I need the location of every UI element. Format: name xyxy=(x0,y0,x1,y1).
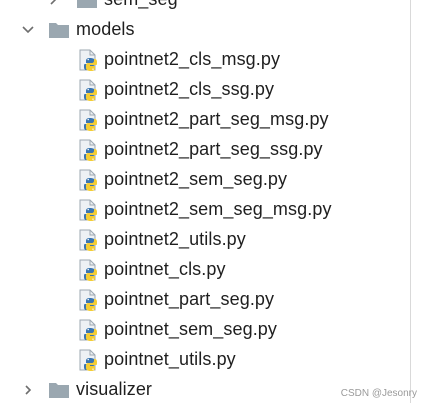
python-file-icon xyxy=(78,79,98,101)
tree-item-file[interactable]: pointnet2_utils.py xyxy=(0,225,410,255)
folder-icon xyxy=(76,0,98,9)
tree-item-sem-seg[interactable]: sem_seg xyxy=(0,0,410,15)
tree-item-label: pointnet2_cls_ssg.py xyxy=(104,79,275,99)
tree-item-label: pointnet2_sem_seg.py xyxy=(104,169,288,189)
tree-item-file[interactable]: pointnet_cls.py xyxy=(0,255,410,285)
python-file-icon xyxy=(78,169,98,191)
tree-item-file[interactable]: pointnet2_sem_seg.py xyxy=(0,165,410,195)
chevron-right-icon[interactable] xyxy=(18,380,38,400)
python-file-icon xyxy=(78,229,98,251)
tree-item-label: pointnet2_utils.py xyxy=(104,229,246,249)
python-file-icon xyxy=(78,349,98,371)
python-file-icon xyxy=(78,199,98,221)
tree-item-models[interactable]: models xyxy=(0,15,410,45)
python-file-icon xyxy=(78,49,98,71)
tree-item-file[interactable]: pointnet_utils.py xyxy=(0,345,410,375)
tree-item-file[interactable]: pointnet2_part_seg_ssg.py xyxy=(0,135,410,165)
tree-item-label: pointnet2_part_seg_msg.py xyxy=(104,109,329,129)
python-file-icon xyxy=(78,289,98,311)
tree-item-label: models xyxy=(76,19,135,39)
tree-item-file[interactable]: pointnet2_sem_seg_msg.py xyxy=(0,195,410,225)
python-file-icon xyxy=(78,259,98,281)
tree-item-label: pointnet2_part_seg_ssg.py xyxy=(104,139,323,159)
tree-item-label: pointnet_part_seg.py xyxy=(104,289,275,309)
tree-item-label: pointnet2_cls_msg.py xyxy=(104,49,281,69)
tree-item-label: pointnet_cls.py xyxy=(104,259,226,279)
panel-divider[interactable] xyxy=(410,0,411,403)
chevron-down-icon[interactable] xyxy=(18,20,38,40)
python-file-icon xyxy=(78,109,98,131)
tree-item-label: pointnet2_sem_seg_msg.py xyxy=(104,199,332,219)
tree-item-label: pointnet_sem_seg.py xyxy=(104,319,278,339)
tree-item-file[interactable]: pointnet_sem_seg.py xyxy=(0,315,410,345)
tree-item-file[interactable]: pointnet2_part_seg_msg.py xyxy=(0,105,410,135)
watermark: CSDN @Jesonry xyxy=(340,388,417,399)
tree-item-file[interactable]: pointnet2_cls_ssg.py xyxy=(0,75,410,105)
python-file-icon xyxy=(78,139,98,161)
folder-icon xyxy=(48,381,70,399)
tree-item-file[interactable]: pointnet_part_seg.py xyxy=(0,285,410,315)
tree-item-label: sem_seg xyxy=(104,0,178,10)
tree-item-label: visualizer xyxy=(76,379,153,399)
folder-icon xyxy=(48,21,70,39)
chevron-right-icon[interactable] xyxy=(43,0,63,10)
tree-item-file[interactable]: pointnet2_cls_msg.py xyxy=(0,45,410,75)
tree-item-label: pointnet_utils.py xyxy=(104,349,236,369)
python-file-icon xyxy=(78,319,98,341)
